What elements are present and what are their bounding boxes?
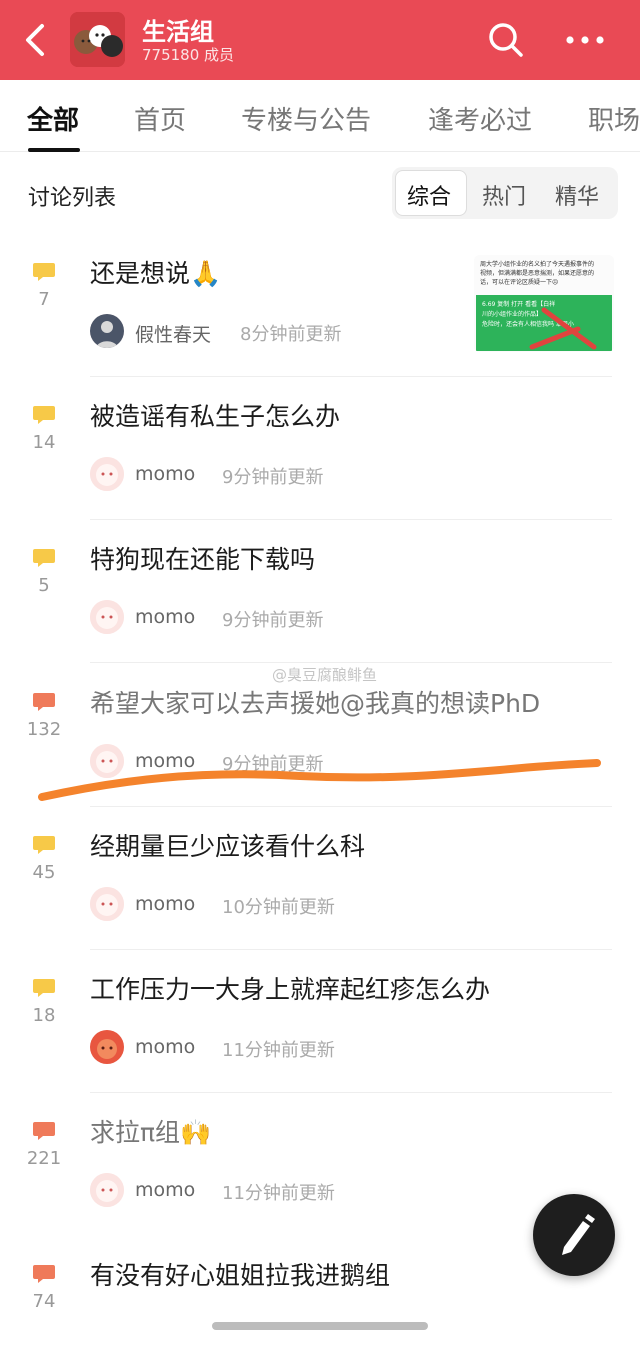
comment-bubble-icon [33,406,55,424]
post-time: 8分钟前更新 [240,324,342,345]
comment-count: 14 [32,432,56,453]
post-title[interactable]: 特狗现在还能下载吗 [90,540,315,576]
search-icon[interactable] [486,20,526,60]
post-author[interactable]: 假性春天 [135,320,211,347]
avatar[interactable] [90,1030,124,1064]
weibo-watermark: @臭豆腐酿鲱鱼 [272,666,378,684]
post-title[interactable]: 被造谣有私生子怎么办 [90,397,340,433]
discussion-list-header: 讨论列表 综合 热门 精华 [0,152,640,234]
tab-workplace[interactable]: 职场 [588,100,640,137]
sort-segmented-control: 综合 热门 精华 [392,167,618,219]
thumb-text-2: 视频，但满满都是恶意揣测，如果还愿意的 [480,269,594,277]
comment-count: 5 [38,575,50,596]
comment-count: 132 [26,719,62,740]
post-time: 10分钟前更新 [222,897,335,918]
pen-icon [562,1214,595,1255]
group-header: 生活组 775180 成员 [0,0,640,80]
member-count: 775180 成员 [142,46,235,64]
post-title[interactable]: 经期量巨少应该看什么科 [90,827,365,863]
tab-home[interactable]: 首页 [134,100,186,137]
comment-count: 7 [38,289,50,310]
divider [90,662,612,663]
comment-count: 45 [32,862,56,883]
comment-count: 74 [32,1291,56,1310]
post-author[interactable]: momo [135,1036,195,1058]
post-author[interactable]: momo [135,463,195,485]
post-author[interactable]: momo [135,606,195,628]
tab-bar: 全部 首页 专楼与公告 逢考必过 职场 [0,80,640,152]
comment-bubble-icon [33,979,55,997]
list-title: 讨论列表 [28,186,117,211]
group-title: 生活组 [142,18,214,46]
compose-button[interactable] [533,1194,615,1276]
avatar[interactable] [90,744,124,778]
post-time: 11分钟前更新 [222,1040,335,1061]
tab-all[interactable]: 全部 [27,100,79,137]
comment-bubble-icon [33,263,55,281]
post-thumbnail[interactable]: 周大学小组作业的名义拍了今天遇报事件的 视频，但满满都是恶意揣测，如果还愿意的 … [474,255,614,352]
back-arrow-icon[interactable] [18,22,54,58]
post-item[interactable]: 45 经期量巨少应该看什么科 momo 10分钟前更新 [0,807,640,950]
group-avatar[interactable] [70,12,125,67]
avatar[interactable] [90,1173,124,1207]
avatar[interactable] [90,887,124,921]
post-title[interactable]: 还是想说🙏 [90,254,221,290]
post-item[interactable]: 132 希望大家可以去声援她@我真的想读PhD momo 9分钟前更新 [0,664,640,807]
post-title[interactable]: 希望大家可以去声援她@我真的想读PhD [90,684,540,720]
thumb-text-1: 周大学小组作业的名义拍了今天遇报事件的 [480,260,594,268]
post-item[interactable]: 5 特狗现在还能下载吗 momo 9分钟前更新 [0,520,640,663]
thumb-green-2: 川的小组作业的作品】 [482,310,542,318]
post-time: 9分钟前更新 [222,754,324,775]
hot-comment-bubble-icon [33,1265,55,1283]
post-author[interactable]: momo [135,893,195,915]
comment-count: 18 [32,1005,56,1026]
comment-bubble-icon [33,549,55,567]
post-time: 9分钟前更新 [222,610,324,631]
comment-count: 221 [26,1148,62,1169]
post-title[interactable]: 工作压力一大身上就痒起红疹怎么办 [90,970,490,1006]
hot-comment-bubble-icon [33,1122,55,1140]
thumb-text-3: 话，可以在评论区质疑一下😣 [480,278,558,286]
post-time: 9分钟前更新 [222,467,324,488]
sort-featured[interactable]: 精华 [555,179,599,211]
home-indicator [212,1322,428,1330]
avatar[interactable] [90,457,124,491]
post-author[interactable]: momo [135,750,195,772]
post-time: 11分钟前更新 [222,1183,335,1204]
avatar[interactable] [90,314,124,348]
post-title[interactable]: 求拉π组🙌 [90,1113,211,1149]
more-options-icon[interactable] [560,20,610,60]
sort-comprehensive[interactable]: 综合 [407,179,451,211]
post-title[interactable]: 有没有好心姐姐拉我进鹅组 [90,1256,390,1292]
post-item[interactable]: 18 工作压力一大身上就痒起红疹怎么办 momo 11分钟前更新 [0,950,640,1093]
hot-comment-bubble-icon [33,693,55,711]
comment-bubble-icon [33,836,55,854]
tab-announcements[interactable]: 专楼与公告 [241,100,371,137]
tab-exams[interactable]: 逢考必过 [428,100,532,137]
post-author[interactable]: momo [135,1179,195,1201]
avatar[interactable] [90,600,124,634]
post-item[interactable]: 14 被造谣有私生子怎么办 momo 9分钟前更新 [0,377,640,520]
sort-hot[interactable]: 热门 [482,179,526,211]
thumb-green-1: 6.69 复制 打开 看看【白祥 [482,300,555,308]
